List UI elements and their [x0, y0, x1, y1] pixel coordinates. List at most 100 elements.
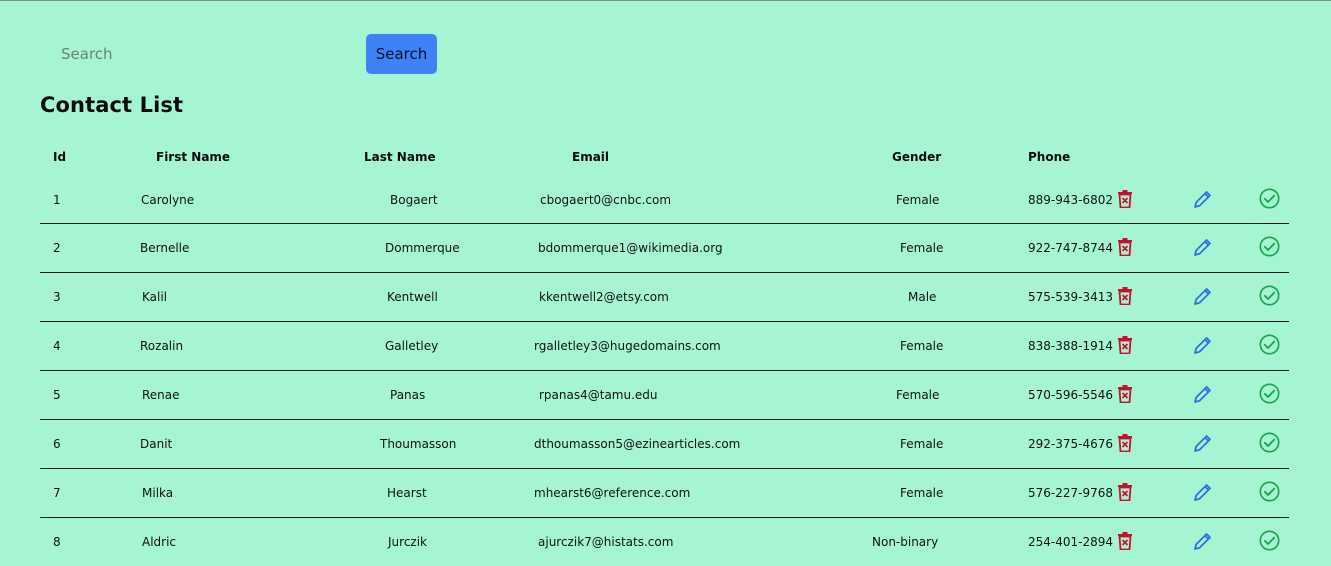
cell-id: 2	[40, 223, 124, 273]
column-header-first-name: First Name	[156, 150, 231, 164]
edit-button[interactable]	[1192, 530, 1214, 552]
cell-last-name: Galletley	[332, 321, 504, 371]
pencil-icon	[1193, 237, 1213, 257]
confirm-button-cell	[1242, 468, 1289, 518]
edit-button-cell	[1170, 468, 1242, 518]
cell-first-name: Rozalin	[124, 321, 332, 371]
delete-button[interactable]	[1114, 236, 1136, 258]
edit-button[interactable]	[1192, 334, 1214, 356]
check-circle-icon	[1259, 432, 1280, 453]
cell-gender: Female	[852, 321, 986, 371]
cell-phone: 570-596-5546	[986, 370, 1113, 420]
confirm-button[interactable]	[1258, 333, 1280, 355]
column-header-email: Email	[572, 150, 610, 164]
trash-icon	[1117, 385, 1133, 403]
check-circle-icon	[1259, 334, 1280, 355]
delete-button[interactable]	[1114, 188, 1136, 210]
pencil-icon	[1193, 531, 1213, 551]
check-circle-icon	[1259, 530, 1280, 551]
confirm-button[interactable]	[1258, 480, 1280, 502]
confirm-button-cell	[1242, 321, 1289, 371]
cell-email: dthoumasson5@ezinearticles.com	[504, 419, 852, 469]
cell-phone: 889-943-6802	[986, 177, 1113, 224]
edit-button[interactable]	[1192, 432, 1214, 454]
edit-button-cell	[1170, 321, 1242, 371]
cell-email: mhearst6@reference.com	[504, 468, 852, 518]
check-circle-icon	[1259, 285, 1280, 306]
cell-email: cbogaert0@cnbc.com	[504, 177, 852, 224]
cell-gender: Female	[852, 177, 986, 224]
search-input[interactable]	[40, 33, 346, 75]
column-header-edit	[1170, 137, 1242, 177]
cell-phone: 292-375-4676	[986, 419, 1113, 469]
page-title: Contact List	[40, 93, 184, 117]
search-button[interactable]: Search	[366, 34, 437, 74]
pencil-icon	[1193, 286, 1213, 306]
column-header-phone: Phone	[1028, 150, 1071, 164]
column-header-gender: Gender	[892, 150, 942, 164]
cell-last-name: Jurczik	[388, 534, 427, 549]
table-row: 4 Rozalin Galletley rgalletley3@hugedomains…	[40, 321, 1289, 371]
cell-id: 4	[40, 321, 124, 371]
trash-icon	[1117, 190, 1133, 209]
cell-first-name: Carolyne	[124, 177, 332, 224]
cell-gender: Female	[852, 370, 986, 420]
table-body: 1 Carolyne Bogaert cbogaert0@cnbc.com Female…	[40, 177, 1289, 566]
cell-first-name: Renae	[124, 370, 332, 420]
edit-button[interactable]	[1192, 383, 1214, 405]
confirm-button-cell	[1242, 370, 1289, 420]
edit-button[interactable]	[1192, 236, 1214, 258]
cell-gender: Female	[852, 468, 986, 518]
contact-list-page: Search Contact List Id First Name Last N…	[0, 0, 1331, 566]
confirm-button[interactable]	[1258, 235, 1280, 257]
trash-icon	[1117, 483, 1133, 501]
cell-last-name: Bogaert	[332, 177, 504, 224]
check-circle-icon	[1259, 236, 1280, 257]
cell-id: 1	[40, 177, 124, 224]
cell-first-name: Danit	[124, 419, 332, 469]
table-row: 5 Renae Panas rpanas4@tamu.edu Female 570-596…	[40, 370, 1289, 420]
cell-gender: Male	[852, 272, 986, 322]
edit-button[interactable]	[1192, 285, 1214, 307]
delete-button[interactable]	[1114, 481, 1136, 503]
trash-icon	[1117, 238, 1133, 256]
cell-gender: Non-binary	[872, 534, 939, 549]
delete-button[interactable]	[1114, 432, 1136, 454]
delete-button[interactable]	[1114, 334, 1136, 356]
delete-button[interactable]	[1114, 383, 1136, 405]
cell-last-name: Dommerque	[332, 223, 504, 273]
edit-button-cell	[1170, 272, 1242, 322]
cell-first-name: Aldric	[142, 534, 177, 549]
table-row: 2 Bernelle Dommerque bdommerque1@wikimedia.…	[40, 223, 1289, 273]
edit-button-cell	[1170, 177, 1242, 224]
confirm-button[interactable]	[1258, 382, 1280, 404]
trash-icon	[1117, 287, 1133, 305]
confirm-button[interactable]	[1258, 530, 1280, 552]
cell-phone: 922-747-8744	[986, 223, 1113, 273]
cell-gender: Female	[852, 419, 986, 469]
trash-icon	[1117, 336, 1133, 354]
trash-icon	[1117, 434, 1133, 452]
cell-first-name: Bernelle	[124, 223, 332, 273]
cell-first-name: Milka	[124, 468, 332, 518]
delete-button[interactable]	[1114, 530, 1136, 552]
column-header-delete	[1098, 137, 1170, 177]
confirm-button[interactable]	[1258, 284, 1280, 306]
confirm-button-cell	[1242, 177, 1289, 224]
confirm-button[interactable]	[1258, 188, 1280, 210]
delete-button[interactable]	[1114, 285, 1136, 307]
cell-last-name: Kentwell	[332, 272, 504, 322]
edit-button-cell	[1170, 370, 1242, 420]
pencil-icon	[1193, 482, 1213, 502]
table-row: 7 Milka Hearst mhearst6@reference.com Female…	[40, 468, 1289, 518]
cell-id: 7	[40, 468, 124, 518]
edit-button[interactable]	[1192, 188, 1214, 210]
column-header-id: Id	[53, 150, 67, 164]
table-row: 8 Aldric Jurczik ajurczik7@histats.com Non-b…	[40, 517, 1289, 566]
confirm-button[interactable]	[1258, 431, 1280, 453]
confirm-button-cell	[1242, 419, 1289, 469]
cell-first-name: Kalil	[124, 272, 332, 322]
cell-id: 3	[40, 272, 124, 322]
cell-last-name: Panas	[332, 370, 504, 420]
edit-button[interactable]	[1192, 481, 1214, 503]
